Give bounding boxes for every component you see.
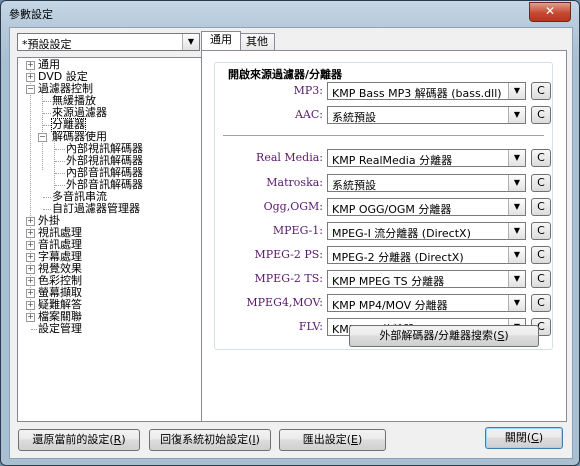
mpeg2ts-dropdown[interactable]: KMP MPEG TS 分離器 ▼ (327, 270, 526, 288)
tree-expander[interactable]: + (26, 229, 35, 238)
tree-expander[interactable]: + (26, 289, 35, 298)
matroska-value: 系統預設 (332, 179, 376, 192)
mpeg1-dropdown[interactable]: MPEG-I 流分離器 (DirectX) ▼ (327, 222, 526, 240)
chevron-down-icon: ▼ (508, 271, 525, 287)
export-label: 匯出設定 (302, 433, 347, 446)
chevron-down-icon: ▼ (508, 107, 525, 123)
settings-tree[interactable]: 通用 + DVD 設定 + 過濾器控制 − 無緩播放 來源過濾器 分離器 − 解… (17, 57, 202, 422)
mp3-value: KMP Bass MP3 解碼器 (bass.dll) (332, 87, 502, 100)
tree-expander[interactable]: + (26, 265, 35, 274)
tree-expander[interactable]: + (26, 61, 35, 70)
chevron-down-icon: ▼ (508, 199, 525, 215)
mpeg2ts-value: KMP MPEG TS 分離器 (332, 275, 445, 288)
reset-hotkey: I (252, 433, 256, 446)
mp4mov-c-button[interactable]: C (531, 294, 551, 312)
tree-expander[interactable]: + (26, 277, 35, 286)
tree-expander[interactable]: + (26, 217, 35, 226)
mpeg1-label: MPEG-1: (272, 224, 323, 237)
mp4mov-dropdown[interactable]: KMP MP4/MOV 分離器 ▼ (327, 294, 526, 312)
aac-label: AAC: (294, 108, 323, 121)
tab-other[interactable]: 其他 (239, 33, 275, 50)
realmedia-label: Real Media: (256, 151, 323, 164)
ogg-label: Ogg,OGM: (263, 200, 323, 213)
mpeg2ps-label: MPEG-2 PS: (254, 248, 323, 261)
realmedia-dropdown[interactable]: KMP RealMedia 分離器 ▼ (327, 149, 526, 167)
mpeg2ps-value: MPEG-2 分離器 (DirectX) (332, 251, 464, 264)
ogg-c-button[interactable]: C (531, 198, 551, 216)
window-close-button[interactable]: ✕ (529, 2, 571, 22)
mp4mov-label: MPEG4,MOV: (246, 296, 323, 309)
ogg-value: KMP OGG/OGM 分離器 (332, 203, 452, 216)
mpeg1-value: MPEG-I 流分離器 (DirectX) (332, 227, 471, 240)
mpeg2ts-c-button[interactable]: C (531, 270, 551, 288)
matroska-dropdown[interactable]: 系統預設 ▼ (327, 174, 526, 192)
tree-item-settings-management[interactable]: 設定管理 (38, 323, 82, 335)
realmedia-value: KMP RealMedia 分離器 (332, 154, 453, 167)
window-title: 參數設定 (9, 8, 53, 21)
mp3-label: MP3: (293, 84, 323, 97)
mp4mov-value: KMP MP4/MOV 分離器 (332, 299, 448, 312)
group-title: 開啟來源過濾器/分離器 (225, 66, 346, 82)
mpeg2ts-label: MPEG-2 TS: (254, 272, 323, 285)
tab-general[interactable]: 通用 (201, 31, 241, 50)
client-area: *預設設定 ▼ 通用 + DVD 設定 + 過濾器控制 − 無緩播放 來源過濾器… (9, 27, 573, 459)
preferences-window: 參數設定 ✕ *預設設定 ▼ 通用 + DVD 設定 + 過濾器控制 − 無緩播… (0, 0, 580, 466)
mpeg1-c-button[interactable]: C (531, 222, 551, 240)
mp3-c-button[interactable]: C (531, 82, 551, 100)
realmedia-c-button[interactable]: C (531, 149, 551, 167)
tree-expander[interactable]: + (26, 313, 35, 322)
close-hotkey: C (531, 431, 539, 444)
matroska-label: Matroska: (266, 176, 323, 189)
chevron-down-icon: ▼ (508, 175, 525, 191)
export-settings-button[interactable]: 匯出設定(E) (279, 429, 386, 451)
close-label: 關閉 (504, 431, 527, 444)
mpeg2ps-dropdown[interactable]: MPEG-2 分離器 (DirectX) ▼ (327, 246, 526, 264)
matroska-c-button[interactable]: C (531, 174, 551, 192)
tree-collapser[interactable]: − (26, 85, 35, 94)
reset-label: 回復系統初始設定 (160, 433, 249, 446)
search-button-hotkey: S (497, 329, 505, 342)
chevron-down-icon: ▼ (508, 223, 525, 239)
separator (223, 135, 544, 137)
close-button[interactable]: 關閉(C) (485, 427, 563, 449)
tree-expander[interactable]: + (26, 241, 35, 250)
chevron-down-icon: ▼ (508, 247, 525, 263)
external-decoder-search-button[interactable]: 外部解碼器/分離器搜索(S) (349, 325, 539, 347)
preset-dropdown[interactable]: *預設設定 ▼ (17, 33, 200, 51)
chevron-down-icon: ▼ (508, 150, 525, 166)
tree-expander[interactable]: + (26, 301, 35, 310)
mp3-dropdown[interactable]: KMP Bass MP3 解碼器 (bass.dll) ▼ (327, 82, 526, 100)
aac-c-button[interactable]: C (531, 106, 551, 124)
tab-panel: 開啟來源過濾器/分離器 MP3: KMP Bass MP3 解碼器 (bass.… (201, 50, 567, 422)
chevron-down-icon: ▼ (182, 34, 199, 50)
restore-label: 還原當前的設定 (32, 433, 110, 446)
flv-label: FLV: (298, 320, 323, 333)
mpeg2ps-c-button[interactable]: C (531, 246, 551, 264)
restore-hotkey: R (113, 433, 122, 446)
chevron-down-icon: ▼ (508, 83, 525, 99)
preset-value: *預設設定 (22, 38, 72, 51)
title-bar[interactable]: 參數設定 ✕ (1, 1, 579, 25)
tree-collapser[interactable]: − (38, 133, 47, 142)
aac-dropdown[interactable]: 系統預設 ▼ (327, 106, 526, 124)
reset-defaults-button[interactable]: 回復系統初始設定(I) (149, 429, 271, 451)
tree-item-custom-filter-manager[interactable]: 自訂過濾器管理器 (52, 203, 140, 215)
restore-current-settings-button[interactable]: 還原當前的設定(R) (18, 429, 140, 451)
tree-expander[interactable]: + (26, 73, 35, 82)
ogg-dropdown[interactable]: KMP OGG/OGM 分離器 ▼ (327, 198, 526, 216)
chevron-down-icon: ▼ (508, 295, 525, 311)
aac-value: 系統預設 (332, 111, 376, 124)
source-filter-group: 開啟來源過濾器/分離器 MP3: KMP Bass MP3 解碼器 (bass.… (214, 62, 553, 350)
search-button-label: 外部解碼器/分離器搜索 (379, 329, 494, 342)
export-hotkey: E (351, 433, 358, 446)
tree-expander[interactable]: + (26, 253, 35, 262)
